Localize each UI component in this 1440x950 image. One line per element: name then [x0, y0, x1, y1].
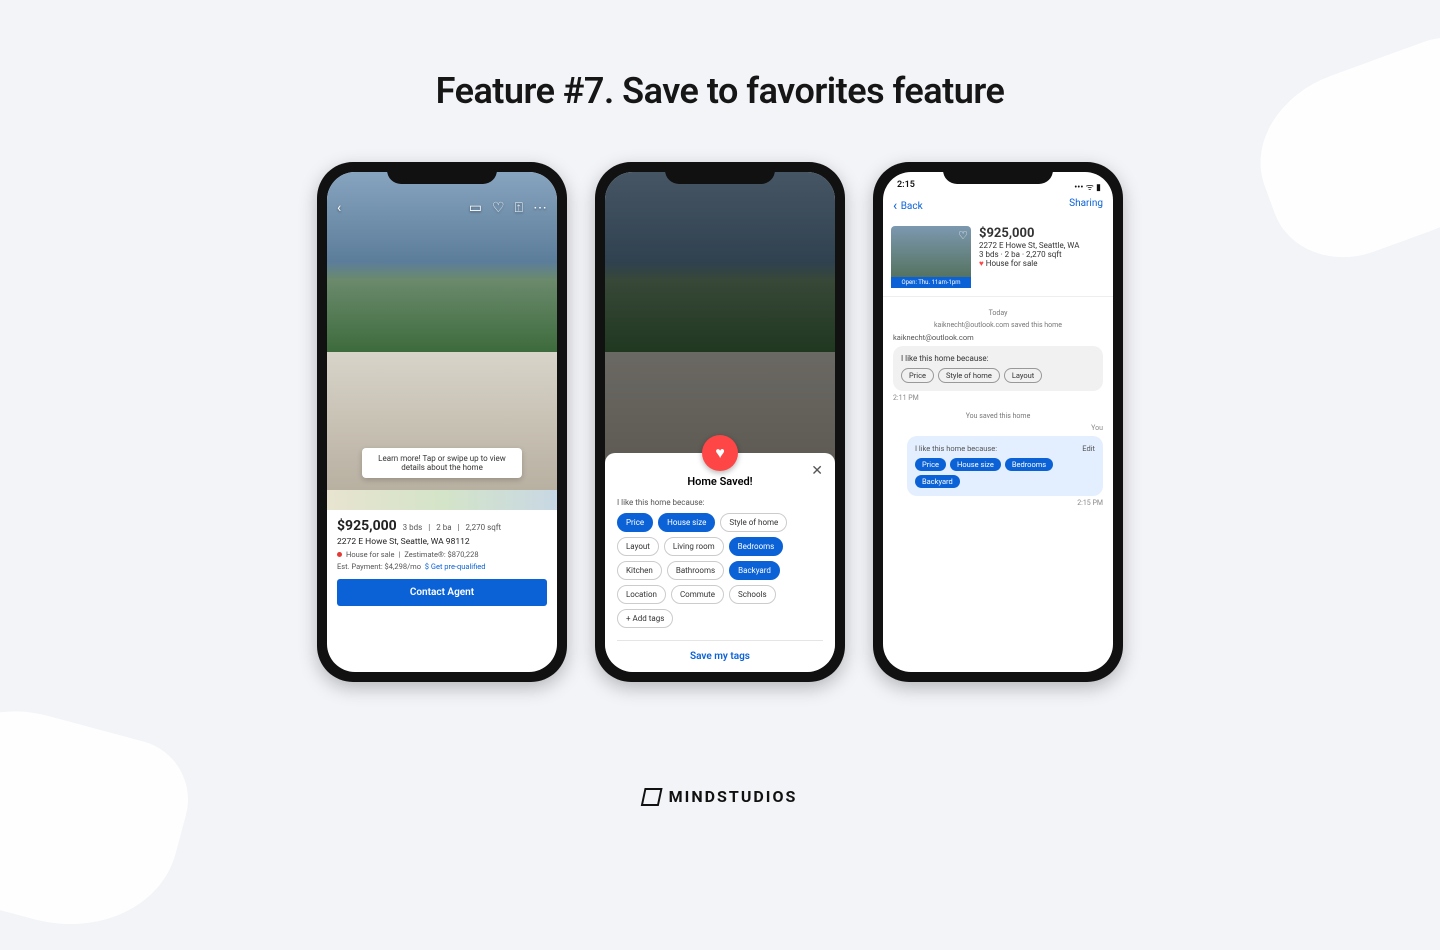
tag-house-size: House size: [950, 458, 1001, 471]
tag-price: Price: [901, 368, 934, 383]
status: House for sale: [346, 550, 395, 559]
status-bar-time: 2:15: [897, 180, 915, 190]
you-saved: You saved this home: [893, 412, 1103, 420]
heart-icon[interactable]: ♡: [958, 229, 968, 242]
tag-style-of-home: Style of home: [938, 368, 1000, 383]
price: $925,000: [337, 518, 397, 534]
tag-bedrooms[interactable]: Bedrooms: [729, 537, 784, 556]
more-icon[interactable]: ⋯: [533, 200, 547, 216]
sheet-title: Home Saved!: [617, 475, 823, 488]
heart-badge-icon: ♥: [702, 435, 738, 471]
open-house-tag: Open: Thu. 11am-1pm: [891, 277, 971, 288]
phone-2: ♥ ✕ Home Saved! I like this home because…: [595, 162, 845, 682]
sheet-subtitle: I like this home because:: [617, 498, 823, 507]
gallery-icon[interactable]: ▭: [469, 200, 482, 216]
tag-price: Price: [915, 458, 946, 471]
phone-3: 2:15 ••• ᯤ ▮ Back Sharing ♡ Open: Thu. 1…: [873, 162, 1123, 682]
address: 2272 E Howe St, Seattle, WA: [979, 241, 1079, 250]
status: House for sale: [979, 259, 1079, 268]
phone-mockups-row: ‹ ▭ ♡ ⍐ ⋯ Learn more! Tap or swipe up to…: [0, 162, 1440, 682]
tag-bathrooms[interactable]: Bathrooms: [667, 561, 724, 580]
log-date: Today: [893, 309, 1103, 317]
tag-layout[interactable]: Layout: [617, 537, 659, 556]
you-label: You: [893, 424, 1103, 432]
learn-more-tooltip: Learn more! Tap or swipe up to view deta…: [362, 448, 522, 478]
home-saved-sheet: ♥ ✕ Home Saved! I like this home because…: [605, 453, 835, 672]
decor-shape: [0, 690, 201, 950]
prequalified-link[interactable]: Get pre-qualified: [431, 562, 486, 571]
address: 2272 E Howe St, Seattle, WA 98112: [337, 537, 547, 547]
back-icon[interactable]: ‹: [337, 200, 341, 216]
status-dot-icon: [337, 552, 342, 557]
tag-location[interactable]: Location: [617, 585, 666, 604]
sharing-button[interactable]: Sharing: [1069, 198, 1103, 214]
phone-1: ‹ ▭ ♡ ⍐ ⋯ Learn more! Tap or swipe up to…: [317, 162, 567, 682]
save-tags-button[interactable]: Save my tags: [617, 651, 823, 662]
you-bubble: I like this home because: Edit Price Hous…: [907, 436, 1103, 496]
tag-backyard: Backyard: [915, 475, 960, 488]
timestamp: 2:11 PM: [893, 394, 1103, 402]
est-payment: Est. Payment: $4,298/mo: [337, 562, 421, 571]
tag-schools[interactable]: Schools: [729, 585, 776, 604]
contact-agent-button[interactable]: Contact Agent: [337, 579, 547, 606]
brand-text: MINDSTUDIOS: [669, 787, 798, 806]
logo-icon: [641, 788, 663, 806]
like-label: I like this home because:: [901, 354, 1095, 363]
timestamp: 2:15 PM: [893, 499, 1103, 507]
user-email: kaiknecht@outlook.com: [893, 333, 1103, 342]
tag-list: Price House size Style of home Layout Living…: [617, 513, 823, 628]
tag-layout: Layout: [1004, 368, 1042, 383]
back-button[interactable]: Back: [893, 198, 923, 214]
other-user-bubble: I like this home because: Price Style of …: [893, 346, 1103, 391]
beds: 3 bds: [403, 523, 423, 532]
listing-details: $925,000 3 bds | 2 ba | 2,270 sqft 2272 …: [327, 510, 557, 614]
share-icon[interactable]: ⍐: [515, 200, 523, 216]
tag-backyard[interactable]: Backyard: [729, 561, 780, 580]
sqft: 2,270 sqft: [466, 523, 502, 532]
brand-logo: MINDSTUDIOS: [643, 787, 798, 806]
tag-house-size[interactable]: House size: [658, 513, 715, 532]
tag-kitchen[interactable]: Kitchen: [617, 561, 662, 580]
tag-price[interactable]: Price: [617, 513, 653, 532]
price: $925,000: [979, 226, 1079, 241]
zestimate: Zestimate®: $870,228: [404, 550, 478, 559]
tag-living-room[interactable]: Living room: [664, 537, 724, 556]
baths: 2 ba: [436, 523, 451, 532]
listing-card[interactable]: ♡ Open: Thu. 11am-1pm $925,000 2272 E Ho…: [883, 220, 1113, 297]
map-preview[interactable]: [327, 490, 557, 510]
like-label: I like this home because:: [915, 444, 997, 453]
edit-link[interactable]: Edit: [1082, 444, 1095, 453]
listing-hero-photo: ‹ ▭ ♡ ⍐ ⋯: [327, 172, 557, 352]
log-saved-by: kaiknecht@outlook.com saved this home: [893, 321, 1103, 329]
listing-thumb: ♡ Open: Thu. 11am-1pm: [891, 226, 971, 288]
heart-icon[interactable]: ♡: [492, 200, 505, 216]
listing-interior-photo: Learn more! Tap or swipe up to view deta…: [327, 352, 557, 490]
close-icon[interactable]: ✕: [811, 463, 823, 479]
tag-style-of-home[interactable]: Style of home: [720, 513, 787, 532]
tag-commute[interactable]: Commute: [671, 585, 724, 604]
status-bar-icons: ••• ᯤ ▮: [1074, 180, 1101, 193]
page-title: Feature #7. Save to favorites feature: [0, 0, 1440, 112]
meta: 3 bds · 2 ba · 2,270 sqft: [979, 250, 1079, 259]
tag-bedrooms: Bedrooms: [1005, 458, 1053, 471]
tag--add-tags[interactable]: + Add tags: [617, 609, 673, 628]
